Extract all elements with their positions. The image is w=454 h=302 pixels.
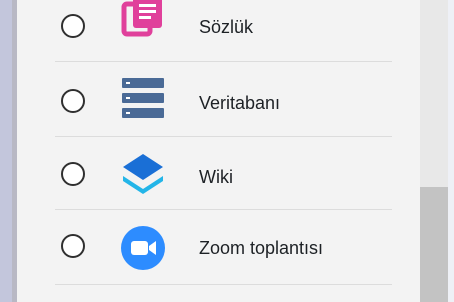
divider — [55, 136, 392, 137]
activity-chooser-list: Sözlük Veritabanı Wiki Zoom toplantısı — [17, 0, 420, 302]
database-icon — [120, 76, 166, 122]
divider — [55, 209, 392, 210]
item-label: Zoom toplantısı — [199, 238, 324, 258]
item-label: Veritabanı — [199, 93, 281, 113]
item-label: Sözlük — [199, 17, 254, 37]
scrollbar-track[interactable] — [420, 0, 454, 302]
divider — [55, 284, 392, 285]
item-label: Wiki — [199, 167, 233, 187]
radio-button[interactable] — [61, 162, 85, 186]
list-item-glossary[interactable]: Sözlük — [17, 0, 420, 62]
glossary-icon — [120, 0, 166, 40]
divider — [55, 61, 392, 62]
zoom-camera-icon — [120, 225, 166, 271]
page-left-border — [0, 0, 17, 302]
list-item-wiki[interactable]: Wiki — [17, 139, 420, 211]
wiki-layers-icon — [120, 151, 166, 197]
radio-button[interactable] — [61, 89, 85, 113]
scrollbar-edge — [448, 0, 454, 302]
radio-button[interactable] — [61, 14, 85, 38]
list-item-zoom[interactable]: Zoom toplantısı — [17, 212, 420, 284]
list-item-database[interactable]: Veritabanı — [17, 65, 420, 137]
scrollbar-thumb[interactable] — [420, 187, 448, 302]
radio-button[interactable] — [61, 234, 85, 258]
